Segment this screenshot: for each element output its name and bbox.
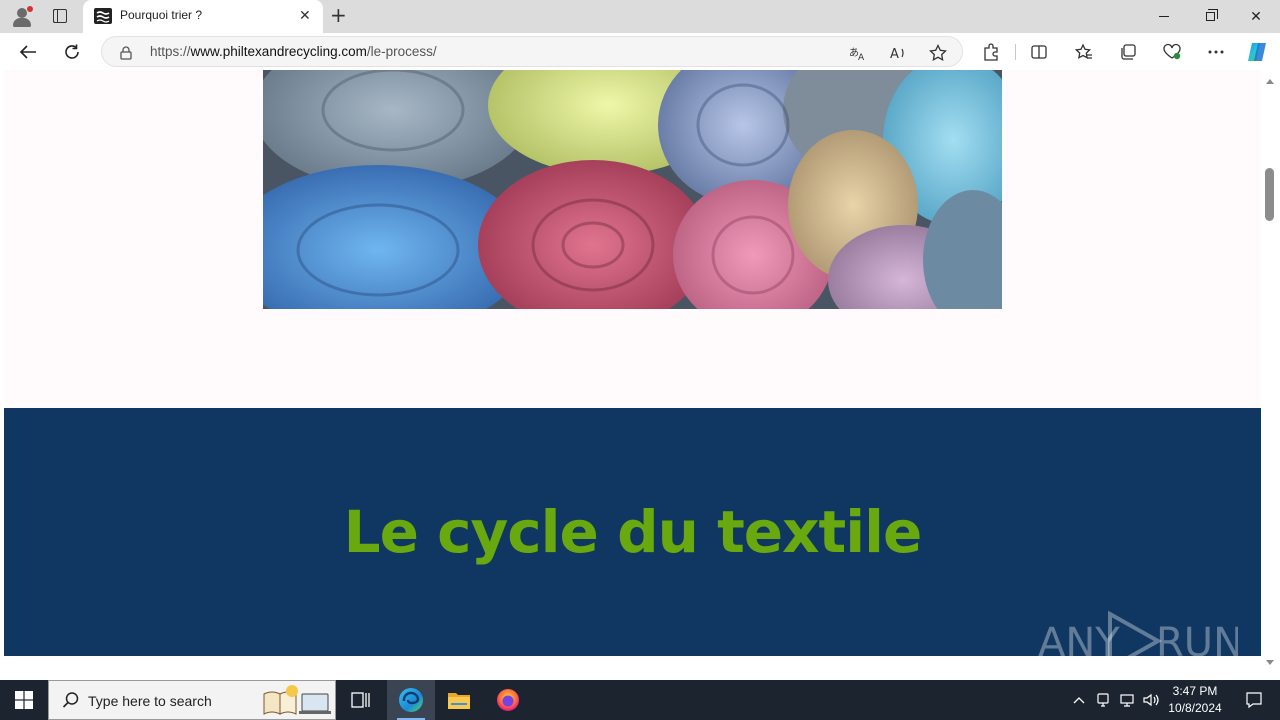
scroll-down-icon[interactable] (1266, 660, 1274, 665)
browser-toolbar: https://www.philtexandrecycling.com/le-p… (0, 33, 1280, 70)
anyrun-watermark: ANY RUN (1038, 610, 1238, 672)
lock-icon[interactable] (120, 45, 132, 60)
windows-logo-icon (15, 691, 33, 709)
network-icon (1120, 694, 1134, 707)
taskbar-search-box[interactable]: Type here to search (48, 680, 336, 720)
task-view-icon (351, 692, 370, 708)
notification-icon (1246, 692, 1262, 709)
section-heading: Le cycle du textile (343, 498, 923, 566)
minimize-button[interactable] (1141, 0, 1187, 33)
chevron-up-icon (1073, 697, 1085, 704)
show-hidden-icons-button[interactable] (1068, 680, 1090, 720)
title-bar: Pourquoi trier ? ✕ + ✕ (0, 0, 1280, 33)
back-button[interactable] (14, 38, 42, 66)
network-tray-button[interactable] (1116, 680, 1138, 720)
web-page: Le cycle du textile (4, 70, 1261, 656)
collections-icon[interactable] (1116, 40, 1140, 64)
page-viewport: Le cycle du textile ANY RUN (0, 70, 1280, 680)
network-device-icon (1097, 693, 1109, 707)
meet-now-tray-button[interactable] (1092, 680, 1114, 720)
search-highlight-books-icon (263, 685, 331, 715)
clock-time: 3:47 PM (1172, 684, 1218, 698)
arrow-left-icon (19, 45, 36, 59)
reload-button[interactable] (58, 38, 86, 66)
read-aloud-icon[interactable]: A (888, 43, 908, 63)
windows-taskbar: Type here to search 3:47 PM 10/8/2024 (0, 680, 1280, 720)
translate-icon[interactable]: あA (848, 43, 868, 63)
close-window-button[interactable]: ✕ (1233, 0, 1279, 33)
tab-actions-icon[interactable] (49, 6, 71, 26)
favorite-star-icon[interactable] (928, 43, 948, 63)
tab-title: Pourquoi trier ? (120, 8, 203, 22)
volume-tray-button[interactable] (1140, 680, 1162, 720)
address-bar[interactable]: https://www.philtexandrecycling.com/le-p… (101, 36, 963, 67)
taskbar-file-explorer-button[interactable] (435, 680, 483, 720)
hero-image-textile-rolls (263, 70, 1002, 309)
browser-essentials-icon[interactable] (1160, 40, 1184, 64)
taskbar-clock[interactable]: 3:47 PM 10/8/2024 (1162, 683, 1228, 717)
taskbar-firefox-button[interactable] (484, 680, 532, 720)
url-text[interactable]: https://www.philtexandrecycling.com/le-p… (150, 44, 437, 59)
clock-date: 10/8/2024 (1168, 701, 1222, 715)
new-tab-button[interactable]: + (330, 5, 347, 25)
settings-more-icon[interactable] (1204, 40, 1228, 64)
firefox-icon (497, 689, 519, 711)
extensions-icon[interactable] (979, 40, 1003, 64)
edge-browser-icon (399, 688, 423, 712)
copilot-icon[interactable] (1245, 40, 1269, 64)
search-placeholder: Type here to search (88, 693, 212, 709)
split-screen-icon[interactable] (1027, 40, 1051, 64)
svg-text:ANY: ANY (1038, 620, 1120, 666)
start-button[interactable] (0, 680, 48, 720)
reload-icon (65, 44, 79, 59)
scrollbar-thumb[interactable] (1265, 168, 1274, 221)
favorites-icon[interactable] (1072, 40, 1096, 64)
restore-button[interactable] (1187, 0, 1233, 33)
close-tab-icon[interactable]: ✕ (299, 9, 311, 23)
scroll-up-icon[interactable] (1266, 79, 1274, 84)
speaker-icon (1143, 693, 1159, 707)
notification-center-button[interactable] (1234, 680, 1274, 720)
site-favicon-icon (94, 8, 112, 24)
svg-text:A: A (890, 47, 899, 61)
folder-icon (448, 693, 470, 709)
page-scrollbar[interactable] (1261, 70, 1280, 674)
task-view-button[interactable] (336, 680, 384, 720)
taskbar-edge-button[interactable] (387, 680, 435, 720)
svg-text:A: A (858, 53, 865, 61)
toolbar-separator (1015, 44, 1016, 60)
search-icon (62, 692, 79, 708)
tab-active[interactable]: Pourquoi trier ? ✕ (83, 0, 323, 33)
svg-text:RUN: RUN (1156, 620, 1238, 666)
profile-icon[interactable] (10, 5, 34, 29)
